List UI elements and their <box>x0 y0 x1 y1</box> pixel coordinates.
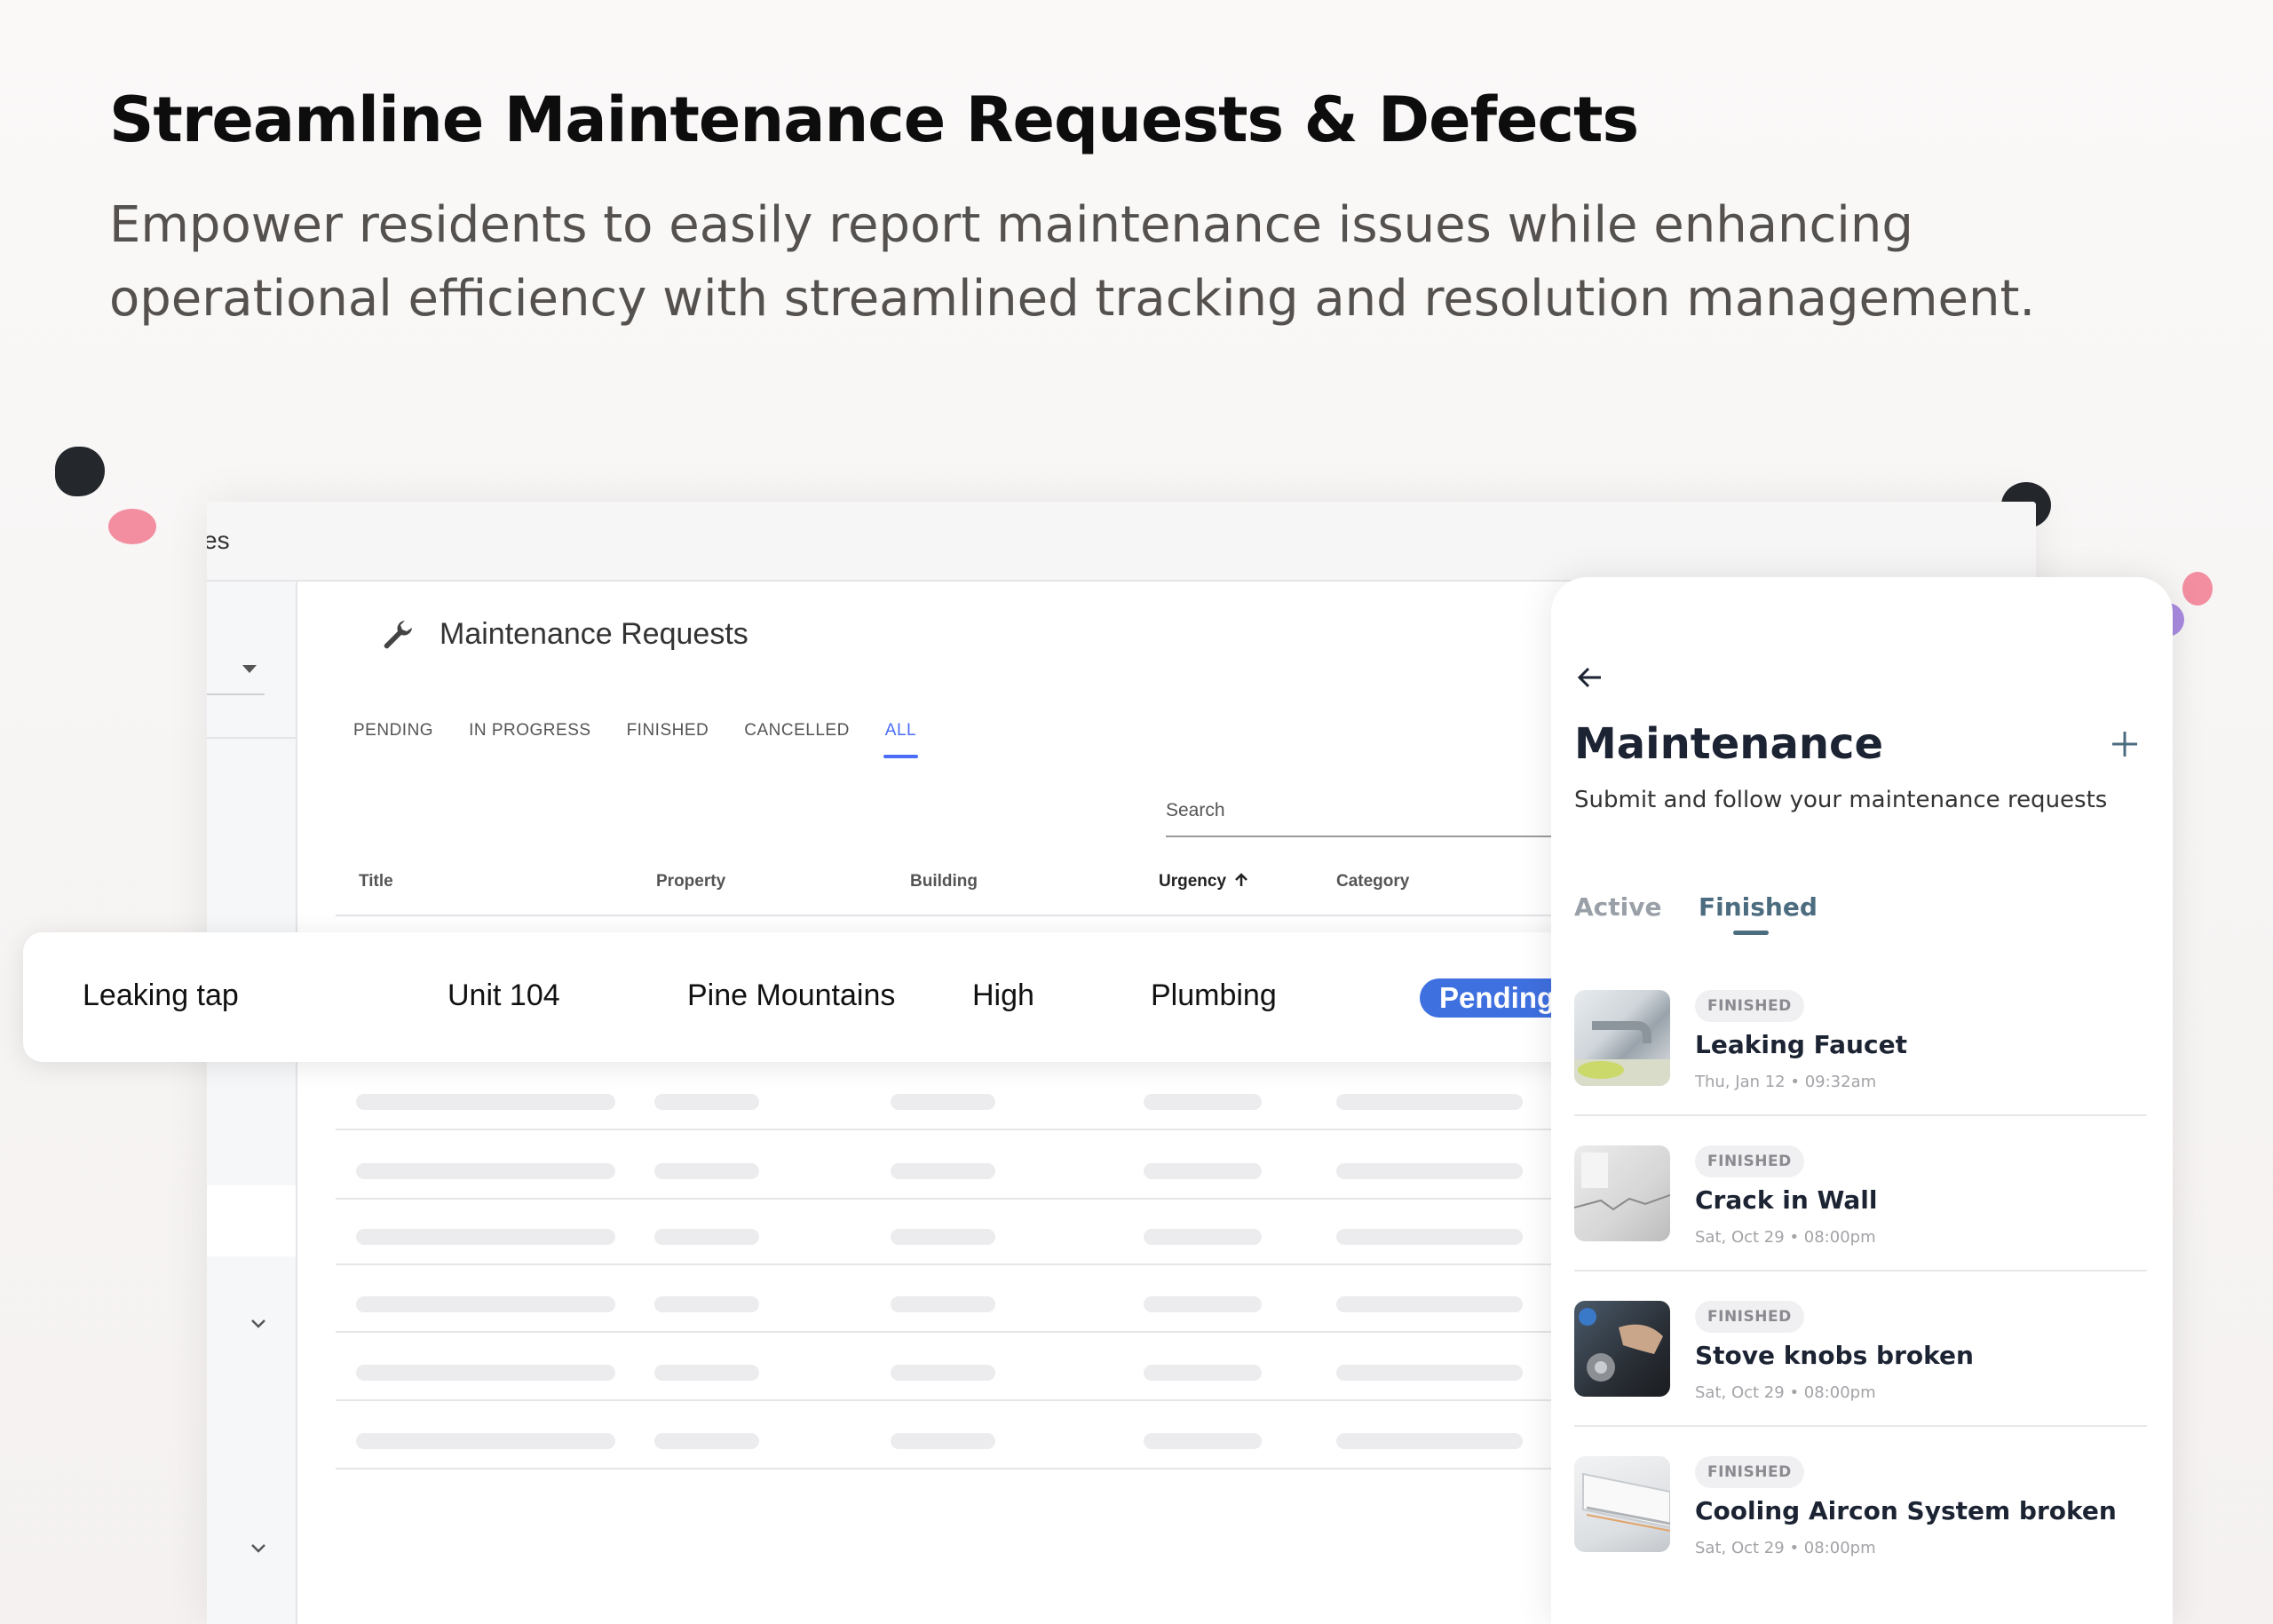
sidebar-divider <box>207 737 296 739</box>
tab-finished[interactable]: FINISHED <box>627 721 709 741</box>
tab-all[interactable]: ALL <box>883 721 919 758</box>
hero-subtitle: Empower residents to easily report maint… <box>109 196 2036 328</box>
request-datetime: Sat, Oct 29 • 08:00pm <box>1695 1383 1876 1402</box>
table-row-highlighted[interactable]: Leaking tap Unit 104 Pine Mountains High… <box>23 932 1621 1062</box>
skeleton-cell <box>356 1094 615 1110</box>
skeleton-cell <box>1336 1365 1523 1381</box>
wall-crack-photo <box>1574 1145 1670 1241</box>
stove-photo <box>1574 1301 1670 1397</box>
skeleton-cell <box>1144 1365 1262 1381</box>
request-datetime: Thu, Jan 12 • 09:32am <box>1695 1073 1877 1091</box>
breadcrumb: es <box>207 527 230 554</box>
request-item[interactable]: FINISHED Leaking Faucet Thu, Jan 12 • 09… <box>1574 990 2147 1145</box>
list-divider <box>1574 1270 2147 1271</box>
hero-title: Streamline Maintenance Requests & Defect… <box>109 83 1639 156</box>
status-tabs: PENDING IN PROGRESS FINISHED CANCELLED A… <box>353 721 919 758</box>
skeleton-cell <box>356 1296 615 1312</box>
status-badge: FINISHED <box>1695 1301 1804 1333</box>
request-title: Cooling Aircon System broken <box>1695 1496 2117 1525</box>
arrow-left-icon[interactable] <box>1574 661 1606 693</box>
skeleton-cell <box>891 1365 995 1381</box>
skeleton-cell <box>1144 1094 1262 1110</box>
skeleton-cell <box>654 1433 759 1449</box>
chevron-down-icon[interactable] <box>249 1314 267 1332</box>
request-datetime: Sat, Oct 29 • 08:00pm <box>1695 1228 1876 1247</box>
skeleton-cell <box>654 1296 759 1312</box>
decor-dot-pink-right <box>2182 572 2213 606</box>
column-header-building[interactable]: Building <box>910 872 978 891</box>
request-item[interactable]: FINISHED Cooling Aircon System broken Sa… <box>1574 1456 2147 1612</box>
page-title: Maintenance Requests <box>440 617 748 651</box>
row-urgency: High <box>972 978 1034 1012</box>
row-category: Plumbing <box>1151 978 1277 1012</box>
list-divider <box>1574 1425 2147 1427</box>
skeleton-cell <box>1336 1094 1523 1110</box>
tab-cancelled[interactable]: CANCELLED <box>744 721 850 741</box>
tab-indicator <box>1733 931 1769 935</box>
mobile-title: Maintenance <box>1574 719 1884 769</box>
sidebar <box>207 582 297 1624</box>
skeleton-cell <box>356 1229 615 1245</box>
caret-down-icon[interactable] <box>242 665 257 673</box>
skeleton-cell <box>1144 1163 1262 1179</box>
request-title: Leaking Faucet <box>1695 1030 1907 1059</box>
skeleton-cell <box>356 1163 615 1179</box>
column-header-category[interactable]: Category <box>1336 872 1409 891</box>
faucet-photo <box>1574 990 1670 1086</box>
skeleton-cell <box>891 1163 995 1179</box>
skeleton-cell <box>356 1433 615 1449</box>
mobile-panel: Maintenance Submit and follow your maint… <box>1551 577 2173 1624</box>
request-title: Crack in Wall <box>1695 1185 1878 1215</box>
aircon-photo <box>1574 1456 1670 1552</box>
column-header-property[interactable]: Property <box>656 872 725 891</box>
skeleton-cell <box>891 1229 995 1245</box>
row-title: Leaking tap <box>83 978 239 1012</box>
skeleton-cell <box>1144 1433 1262 1449</box>
skeleton-cell <box>1336 1296 1523 1312</box>
skeleton-cell <box>891 1296 995 1312</box>
skeleton-cell <box>1144 1296 1262 1312</box>
skeleton-cell <box>1336 1433 1523 1449</box>
request-datetime: Sat, Oct 29 • 08:00pm <box>1695 1539 1876 1557</box>
wrench-icon <box>384 621 412 649</box>
row-building: Pine Mountains <box>687 978 896 1012</box>
status-badge: FINISHED <box>1695 1456 1804 1488</box>
skeleton-cell <box>654 1365 759 1381</box>
tab-finished[interactable]: Finished <box>1699 892 1818 922</box>
column-header-title[interactable]: Title <box>359 872 393 891</box>
skeleton-cell <box>891 1433 995 1449</box>
column-header-urgency[interactable]: Urgency <box>1159 872 1249 891</box>
mobile-subtitle: Submit and follow your maintenance reque… <box>1574 787 2108 813</box>
list-divider <box>1574 1114 2147 1116</box>
sidebar-select[interactable] <box>207 653 265 695</box>
tab-active[interactable]: Active <box>1574 892 1662 922</box>
plus-icon[interactable] <box>2109 728 2141 760</box>
skeleton-cell <box>1336 1229 1523 1245</box>
status-badge: FINISHED <box>1695 990 1804 1022</box>
skeleton-cell <box>891 1094 995 1110</box>
status-badge: FINISHED <box>1695 1145 1804 1177</box>
window-topbar: es <box>207 502 2036 582</box>
skeleton-cell <box>1144 1229 1262 1245</box>
column-header-urgency-label: Urgency <box>1159 872 1227 891</box>
request-item[interactable]: FINISHED Crack in Wall Sat, Oct 29 • 08:… <box>1574 1145 2147 1301</box>
skeleton-cell <box>654 1163 759 1179</box>
skeleton-cell <box>654 1229 759 1245</box>
skeleton-cell <box>356 1365 615 1381</box>
skeleton-cell <box>1336 1163 1523 1179</box>
request-title: Stove knobs broken <box>1695 1341 1974 1370</box>
request-item[interactable]: FINISHED Stove knobs broken Sat, Oct 29 … <box>1574 1301 2147 1456</box>
row-property: Unit 104 <box>447 978 560 1012</box>
chevron-down-icon[interactable] <box>249 1539 267 1557</box>
decor-dot-dark <box>55 447 105 496</box>
sidebar-item-selected[interactable] <box>207 1185 296 1256</box>
arrow-up-icon <box>1235 873 1248 886</box>
decor-dot-pink <box>108 509 156 544</box>
tab-pending[interactable]: PENDING <box>353 721 433 741</box>
tab-in-progress[interactable]: IN PROGRESS <box>469 721 590 741</box>
skeleton-cell <box>654 1094 759 1110</box>
